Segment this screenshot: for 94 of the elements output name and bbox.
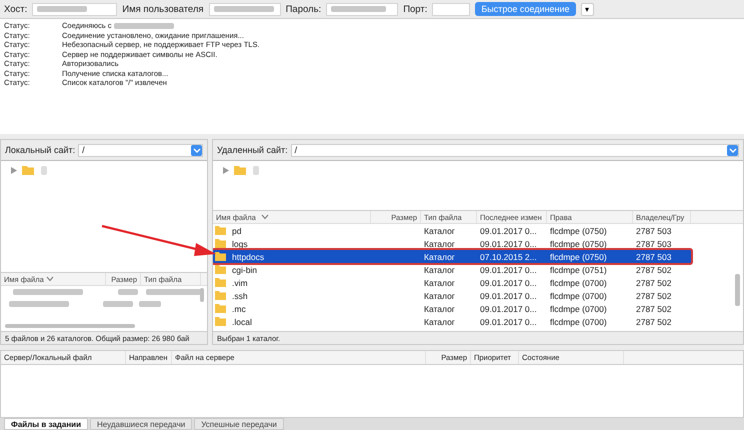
file-row[interactable]: .mc Каталог 09.01.2017 0... flcdmpe (0700) 2787 502 [213,302,691,315]
expand-arrow-icon[interactable] [11,166,17,174]
file-row[interactable]: .local Каталог 09.01.2017 0... flcdmpe (0700) 2787 502 [213,315,691,328]
owner-group: 2787 502 [633,278,691,288]
blurred-text [9,301,69,307]
permissions: flcdmpe (0750) [549,252,608,262]
scrollbar[interactable] [5,324,135,328]
dropdown-icon[interactable] [191,144,202,156]
scrollbar[interactable] [735,274,740,306]
blurred-text [37,6,88,12]
folder-icon [215,278,226,287]
local-path-field[interactable]: / [78,144,203,156]
folder-icon [215,265,226,274]
owner-group: 2787 502 [633,290,691,300]
file-type: Каталог [423,290,456,300]
modified-date: 09.01.2017 0... [479,238,538,248]
folder-icon [215,252,226,261]
username-label: Имя пользователя [122,4,204,14]
file-name: httpdocs [232,252,264,262]
file-name: .ssh [232,290,248,300]
blurred-text [139,301,161,307]
file-type: Каталог [423,238,456,248]
port-label: Порт: [403,4,428,14]
blurred-text [253,166,259,174]
modified-date: 09.01.2017 0... [479,226,538,236]
folder-icon [215,304,226,313]
blurred-text [41,166,47,174]
password-field[interactable] [326,2,398,16]
file-name: cgi-bin [232,264,258,274]
password-label: Пароль: [286,4,322,14]
file-type: Каталог [423,252,456,262]
host-label: Хост: [4,4,28,14]
sort-icon [46,276,54,282]
file-row[interactable]: pd Каталог 09.01.2017 0... flcdmpe (0750) 2787 503 [213,224,691,237]
owner-group: 2787 503 [633,252,691,262]
file-row[interactable]: .ssh Каталог 09.01.2017 0... flcdmpe (0700) 2787 502 [213,289,691,302]
file-row[interactable]: .vim Каталог 09.01.2017 0... flcdmpe (0700) 2787 502 [213,276,691,289]
blurred-text [118,289,138,295]
remote-path-field[interactable]: / [290,144,739,156]
file-row[interactable]: cgi-bin Каталог 09.01.2017 0... flcdmpe (0751) 2787 502 [213,263,691,276]
file-name: .vim [232,278,248,288]
username-field[interactable] [208,2,281,16]
masked-password [331,6,386,12]
modified-date: 09.01.2017 0... [479,278,538,288]
blurred-text [13,289,83,295]
modified-date: 09.01.2017 0... [479,304,538,314]
blurred-text [103,301,133,307]
dropdown-button[interactable]: ▾ [580,2,594,16]
permissions: flcdmpe (0750) [549,238,608,248]
owner-group: 2787 503 [633,226,691,236]
blurred-text [214,6,274,12]
file-type: Каталог [423,316,456,326]
permissions: flcdmpe (0700) [549,304,608,314]
owner-group: 2787 502 [633,264,691,274]
queue-tab[interactable]: Неудавшиеся передачи [90,418,192,430]
permissions: flcdmpe (0750) [549,226,608,236]
folder-icon [22,165,34,175]
permissions: flcdmpe (0751) [549,264,608,274]
queue-tab[interactable]: Успешные передачи [194,418,284,430]
remote-site-label: Удаленный сайт: [217,145,288,155]
file-row[interactable]: httpdocs Каталог 07.10.2015 2... flcdmpe (0750) 2787 503 [213,250,691,263]
sort-icon [260,214,269,220]
file-name: .local [232,316,252,326]
file-name: .mc [232,304,246,314]
file-type: Каталог [423,226,456,236]
permissions: flcdmpe (0700) [549,316,608,326]
file-name: pd [232,226,242,236]
permissions: flcdmpe (0700) [549,278,608,288]
file-type: Каталог [423,278,456,288]
file-type: Каталог [423,304,456,314]
modified-date: 09.01.2017 0... [479,290,538,300]
folder-icon [215,226,226,235]
permissions: flcdmpe (0700) [549,290,608,300]
modified-date: 09.01.2017 0... [479,264,538,274]
folder-icon [215,239,226,248]
folder-icon [215,317,226,326]
folder-icon [215,291,226,300]
blurred-text [146,289,201,295]
expand-arrow-icon[interactable] [223,166,229,174]
file-name: logs [232,238,248,248]
file-type: Каталог [423,264,456,274]
port-field[interactable] [432,2,470,16]
dropdown-icon[interactable] [727,144,738,156]
folder-icon [234,165,246,175]
owner-group: 2787 502 [633,316,691,326]
owner-group: 2787 502 [633,304,691,314]
modified-date: 09.01.2017 0... [479,316,538,326]
scrollbar[interactable] [200,288,204,302]
host-field[interactable] [32,2,118,16]
queue-tab[interactable]: Файлы в задании [4,418,88,430]
local-site-label: Локальный сайт: [5,145,76,155]
modified-date: 07.10.2015 2... [479,252,538,262]
file-row[interactable]: logs Каталог 09.01.2017 0... flcdmpe (0750) 2787 503 [213,237,691,250]
owner-group: 2787 503 [633,238,691,248]
